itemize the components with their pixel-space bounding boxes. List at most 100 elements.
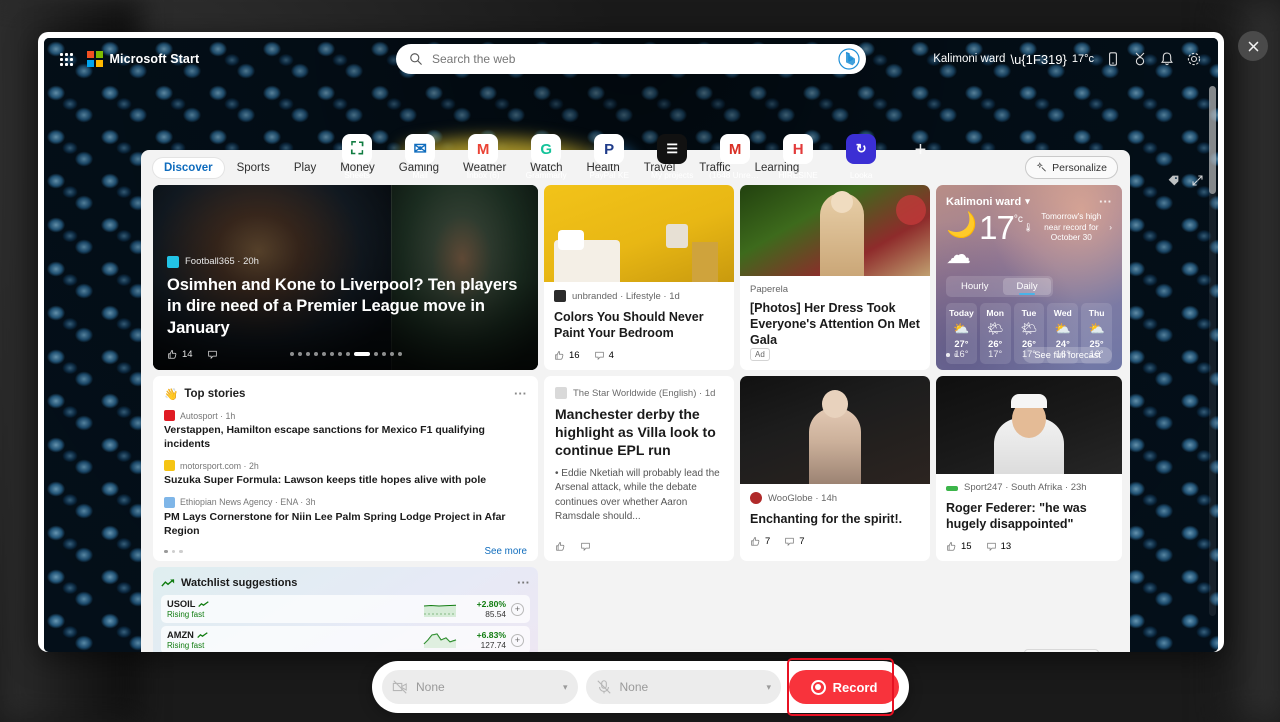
grammarly-icon: G bbox=[531, 134, 561, 164]
story-title: Suzuka Super Formula: Lawson keeps title… bbox=[164, 474, 527, 488]
chevron-down-icon[interactable]: ▾ bbox=[766, 682, 771, 693]
chevron-down-icon[interactable]: ▾ bbox=[563, 682, 568, 693]
settings-gear-icon[interactable] bbox=[1186, 51, 1202, 67]
story-source: Ethiopian News Agency · ENA · 3h bbox=[180, 497, 315, 507]
top-story-item[interactable]: Ethiopian News Agency · ENA · 3h PM Lays… bbox=[164, 497, 527, 538]
microphone-select[interactable]: None ▾ bbox=[586, 670, 782, 704]
top-stories-more-menu[interactable]: ··· bbox=[514, 386, 527, 401]
partly-cloudy-icon: 🌤 bbox=[980, 321, 1011, 337]
manchester-source-row: The Star Worldwide (English) · 1d bbox=[555, 387, 723, 399]
like-button[interactable] bbox=[555, 541, 566, 552]
quick-link-looka[interactable]: ↻ Looka bbox=[840, 134, 883, 180]
see-more-link[interactable]: See more bbox=[485, 546, 527, 557]
spirit-thumbnail bbox=[740, 376, 930, 484]
search-bar[interactable] bbox=[396, 44, 866, 74]
weather-tab-hourly[interactable]: Hourly bbox=[948, 278, 1001, 295]
thermometer-icon: 🌡 bbox=[1023, 222, 1034, 233]
quick-link-unread-mail[interactable]: M (1648 Unrea... bbox=[714, 134, 757, 180]
ad-card-met-gala[interactable]: Paperela [Photos] Her Dress Took Everyon… bbox=[740, 185, 930, 370]
phone-icon[interactable] bbox=[1105, 51, 1121, 67]
add-to-watchlist-button[interactable]: + bbox=[511, 603, 524, 616]
article-card-federer[interactable]: Sport247 · South Afrika · 23h Roger Fede… bbox=[936, 376, 1122, 561]
close-overlay-button[interactable] bbox=[1238, 31, 1268, 61]
comment-icon bbox=[580, 541, 591, 552]
watchlist-row[interactable]: USOIL Rising fast +2. bbox=[161, 595, 530, 623]
top-stories-header: 👋 Top stories ··· bbox=[164, 386, 527, 401]
comment-button[interactable] bbox=[207, 349, 218, 360]
hero-article-card[interactable]: Football365 · 20h Osimhen and Kone to Li… bbox=[153, 185, 538, 370]
microsoft-logo-icon bbox=[87, 51, 103, 67]
like-button[interactable]: 16 bbox=[554, 350, 580, 361]
weather-more-menu[interactable]: ··· bbox=[1099, 194, 1112, 209]
like-button[interactable]: 14 bbox=[167, 349, 193, 360]
trending-up-icon bbox=[198, 601, 209, 608]
spirit-source: WooGlobe · 14h bbox=[768, 493, 837, 504]
close-icon bbox=[1247, 40, 1260, 53]
forecast-day-name: Today bbox=[946, 308, 977, 318]
quick-link-paypal[interactable]: P PayPal KE bbox=[588, 134, 631, 180]
weather-alert[interactable]: 🌡 Tomorrow's high near record for Octobe… bbox=[1023, 211, 1112, 243]
metgala-source: Paperela bbox=[750, 284, 788, 295]
quick-link-sheets[interactable]: ⛶ Sheets bbox=[336, 134, 379, 180]
bing-chat-icon[interactable] bbox=[838, 48, 860, 70]
weather-widget[interactable]: Kalimoni ward ▾ ··· 🌙☁ 17 °c 🌡 Tomorrow'… bbox=[936, 185, 1122, 370]
article-card-manchester[interactable]: The Star Worldwide (English) · 1d Manche… bbox=[544, 376, 734, 561]
app-launcher-icon[interactable] bbox=[60, 53, 73, 66]
metgala-thumbnail bbox=[740, 185, 930, 276]
like-button[interactable]: 15 bbox=[946, 541, 972, 552]
manchester-title: Manchester derby the highlight as Villa … bbox=[555, 406, 723, 460]
watchlist-more-menu[interactable]: ··· bbox=[517, 575, 530, 590]
record-button[interactable]: Record bbox=[789, 670, 899, 704]
article-card-spirit[interactable]: WooGlobe · 14h Enchanting for the spirit… bbox=[740, 376, 930, 561]
quick-link-mail[interactable]: ✉ Mail bbox=[399, 134, 442, 180]
quick-link-label: Sheets bbox=[331, 170, 383, 180]
comment-button[interactable]: 13 bbox=[986, 541, 1012, 552]
tag-icon[interactable] bbox=[1167, 174, 1180, 187]
page-scrollbar[interactable] bbox=[1209, 86, 1216, 616]
like-button[interactable]: 7 bbox=[750, 536, 770, 547]
weather-tab-daily[interactable]: Daily bbox=[1003, 278, 1050, 295]
top-story-item[interactable]: Autosport · 1h Verstappen, Hamilton esca… bbox=[164, 410, 527, 451]
metgala-title: [Photos] Her Dress Took Everyone's Atten… bbox=[750, 300, 920, 348]
hero-carousel-dots[interactable] bbox=[290, 352, 402, 356]
top-stories-dots[interactable] bbox=[164, 550, 183, 554]
thumbs-up-icon bbox=[555, 541, 566, 552]
camera-select[interactable]: None ▾ bbox=[382, 670, 578, 704]
feed-grid: Football365 · 20h Osimhen and Kone to Li… bbox=[141, 185, 1130, 652]
watchlist-widget: Watchlist suggestions ··· USOIL Rising f… bbox=[153, 567, 538, 652]
expand-icon[interactable] bbox=[1191, 174, 1204, 187]
rewards-icon[interactable] bbox=[1132, 51, 1148, 67]
microphone-off-icon bbox=[596, 679, 612, 695]
comment-button[interactable] bbox=[580, 541, 591, 552]
top-story-item[interactable]: motorsport.com · 2h Suzuka Super Formula… bbox=[164, 460, 527, 488]
scrollbar-thumb[interactable] bbox=[1209, 86, 1216, 194]
quick-link-grammarly[interactable]: G Grammarly bbox=[525, 134, 568, 180]
story-title: PM Lays Cornerstone for Niin Lee Palm Sp… bbox=[164, 511, 527, 538]
comment-button[interactable]: 4 bbox=[594, 350, 614, 361]
watchlist-header: Watchlist suggestions ··· bbox=[161, 575, 530, 590]
quick-link-inbox[interactable]: M Inbox (6) bbox=[462, 134, 505, 180]
bedroom-source-row: unbranded · Lifestyle · 1d bbox=[554, 290, 724, 302]
quick-link-my-projects[interactable]: ☰ My projects bbox=[651, 134, 694, 180]
weather-status-chip[interactable]: Kalimoni ward \u{1F319} 17°c bbox=[933, 52, 1094, 67]
search-container bbox=[396, 44, 866, 74]
brand-label: Microsoft Start bbox=[110, 52, 200, 66]
weather-carousel-dots[interactable] bbox=[946, 353, 957, 357]
notification-bell-icon[interactable] bbox=[1159, 51, 1175, 67]
trending-up-icon bbox=[197, 632, 208, 639]
article-card-bedroom[interactable]: unbranded · Lifestyle · 1d Colors You Sh… bbox=[544, 185, 734, 370]
see-full-forecast-button[interactable]: See full forecast bbox=[1023, 347, 1112, 363]
story-source: Autosport · 1h bbox=[180, 411, 235, 421]
add-to-watchlist-button[interactable]: + bbox=[511, 634, 524, 647]
feedback-button[interactable]: Feedback bbox=[1024, 649, 1100, 652]
comment-button[interactable]: 7 bbox=[784, 536, 804, 547]
brand-microsoft-start[interactable]: Microsoft Start bbox=[87, 51, 199, 67]
quick-link-hiresine[interactable]: H HIRESINE bbox=[777, 134, 820, 180]
ticker-price: 85.54 bbox=[462, 609, 506, 619]
federer-thumbnail bbox=[936, 376, 1122, 474]
weather-temp: 17 bbox=[979, 211, 1014, 244]
search-input[interactable] bbox=[432, 52, 838, 66]
add-quick-link-button[interactable]: + bbox=[915, 139, 927, 162]
watchlist-row[interactable]: AMZN Rising fast +6.83% bbox=[161, 626, 530, 652]
chevron-down-icon[interactable]: ▾ bbox=[1025, 196, 1030, 207]
